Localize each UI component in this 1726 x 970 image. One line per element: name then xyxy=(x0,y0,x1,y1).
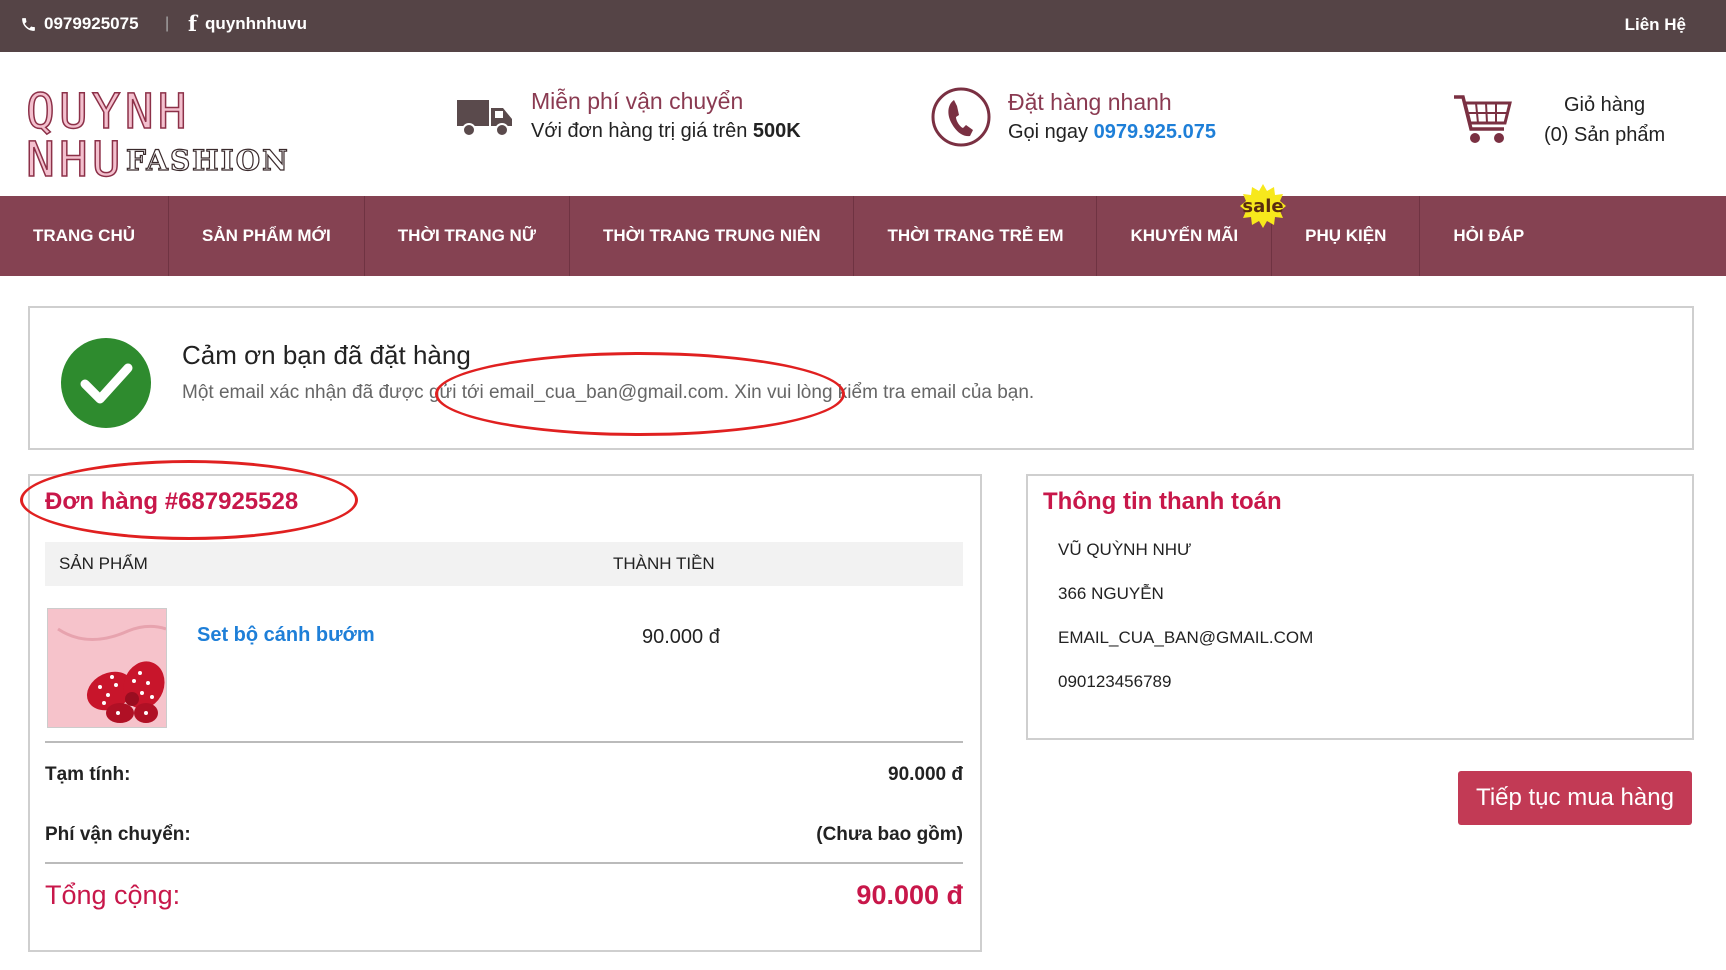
butterfly-shirt-image xyxy=(48,609,166,727)
shipping-fee-label: Phí vận chuyển: xyxy=(45,824,191,845)
topbar-facebook-text: quynhnhuvu xyxy=(205,14,308,33)
thank-you-box: Cảm ơn bạn đã đặt hàng Một email xác nhậ… xyxy=(28,306,1694,450)
payment-info: Thông tin thanh toán VŨ QUỲNH NHƯ 366 NG… xyxy=(1026,474,1694,740)
facebook-icon: f xyxy=(188,11,198,36)
logo-sub: FASHION xyxy=(125,143,290,177)
shipping-row: Phí vận chuyển: (Chưa bao gồm) xyxy=(45,824,963,846)
nav-item-accessories[interactable]: PHỤ KIỆN xyxy=(1272,196,1421,276)
shipping-fee-value: (Chưa bao gồm) xyxy=(816,824,963,845)
order-summary: Đơn hàng #687925528 SẢN PHẨM THÀNH TIỀN … xyxy=(28,474,982,952)
quick-order-desc: Gọi ngay xyxy=(1008,121,1089,143)
sale-badge: sale xyxy=(1240,183,1286,229)
free-shipping-feature: Miễn phí vận chuyển Với đơn hàng trị giá… xyxy=(455,86,801,146)
phone-circle-icon xyxy=(931,87,991,147)
total-row: Tổng cộng: 90.000 đ xyxy=(45,880,963,911)
nav-item-middle-aged[interactable]: THỜI TRANG TRUNG NIÊN xyxy=(570,196,855,276)
order-id: Đơn hàng #687925528 xyxy=(45,488,299,515)
order-table-header: SẢN PHẨM THÀNH TIỀN xyxy=(45,542,963,586)
payment-info-title: Thông tin thanh toán xyxy=(1043,488,1282,515)
total-label: Tổng cộng: xyxy=(45,880,181,910)
subtotal-row: Tạm tính: 90.000 đ xyxy=(45,764,963,786)
divider xyxy=(45,862,963,864)
topbar-separator: | xyxy=(165,15,170,32)
nav-item-kids[interactable]: THỜI TRANG TRẺ EM xyxy=(854,196,1098,276)
col-product-header: SẢN PHẨM xyxy=(59,554,148,573)
quick-order-feature: Đặt hàng nhanh Gọi ngay 0979.925.075 xyxy=(930,86,1216,148)
topbar-phone[interactable]: 0979925075 xyxy=(20,14,139,34)
contact-link[interactable]: Liên Hệ xyxy=(1625,15,1686,35)
sale-badge-text: sale xyxy=(1242,195,1284,217)
col-total-header: THÀNH TIỀN xyxy=(613,554,715,573)
customer-phone: 090123456789 xyxy=(1058,672,1172,691)
thank-you-title: Cảm ơn bạn đã đặt hàng xyxy=(182,340,471,370)
phone-icon xyxy=(22,17,35,31)
main-nav: TRANG CHỦ SẢN PHẨM MỚI THỜI TRANG NỮ THỜ… xyxy=(0,196,1726,276)
subtotal-label: Tạm tính: xyxy=(45,764,131,785)
site-logo[interactable]: QUYNH NHU FASHION xyxy=(25,87,290,185)
customer-address: 366 NGUYỄN xyxy=(1058,584,1164,603)
divider xyxy=(45,741,963,743)
nav-item-new-products[interactable]: SẢN PHẨM MỚI xyxy=(169,196,365,276)
continue-shopping-button[interactable]: Tiếp tục mua hàng xyxy=(1458,771,1692,825)
subtotal-value: 90.000 đ xyxy=(888,764,963,785)
confirmation-message: Một email xác nhận đã được gửi tới email… xyxy=(182,382,1035,403)
customer-email: EMAIL_CUA_BAN@GMAIL.COM xyxy=(1058,628,1314,647)
shipping-threshold: 500K xyxy=(752,120,801,142)
cart-widget[interactable]: Giỏ hàng (0) Sản phẩm xyxy=(1452,90,1665,150)
product-thumbnail[interactable] xyxy=(47,608,167,728)
shipping-title: Miễn phí vận chuyển xyxy=(531,88,744,114)
product-name-link[interactable]: Set bộ cánh bướm xyxy=(197,624,375,647)
nav-item-home[interactable]: TRANG CHỦ xyxy=(0,196,169,276)
shipping-desc: Với đơn hàng trị giá trên xyxy=(531,120,748,142)
quick-order-phone[interactable]: 0979.925.075 xyxy=(1094,121,1216,143)
cart-label: Giỏ hàng xyxy=(1564,94,1646,116)
cart-count: (0) Sản phẩm xyxy=(1544,124,1666,146)
check-circle-icon xyxy=(61,338,151,428)
cart-icon xyxy=(1454,95,1512,143)
total-value: 90.000 đ xyxy=(856,880,963,910)
nav-item-women[interactable]: THỜI TRANG NỮ xyxy=(365,196,570,276)
truck-icon xyxy=(457,100,512,137)
customer-name: VŨ QUỲNH NHƯ xyxy=(1058,540,1192,559)
top-bar: 0979925075 | f quynhnhuvu Liên Hệ xyxy=(0,0,1726,52)
topbar-phone-text: 0979925075 xyxy=(44,14,139,33)
nav-item-faq[interactable]: HỎI ĐÁP xyxy=(1420,196,1557,276)
topbar-facebook[interactable]: f quynhnhuvu xyxy=(188,11,308,36)
quick-order-title: Đặt hàng nhanh xyxy=(1008,89,1172,115)
product-price: 90.000 đ xyxy=(642,626,720,648)
